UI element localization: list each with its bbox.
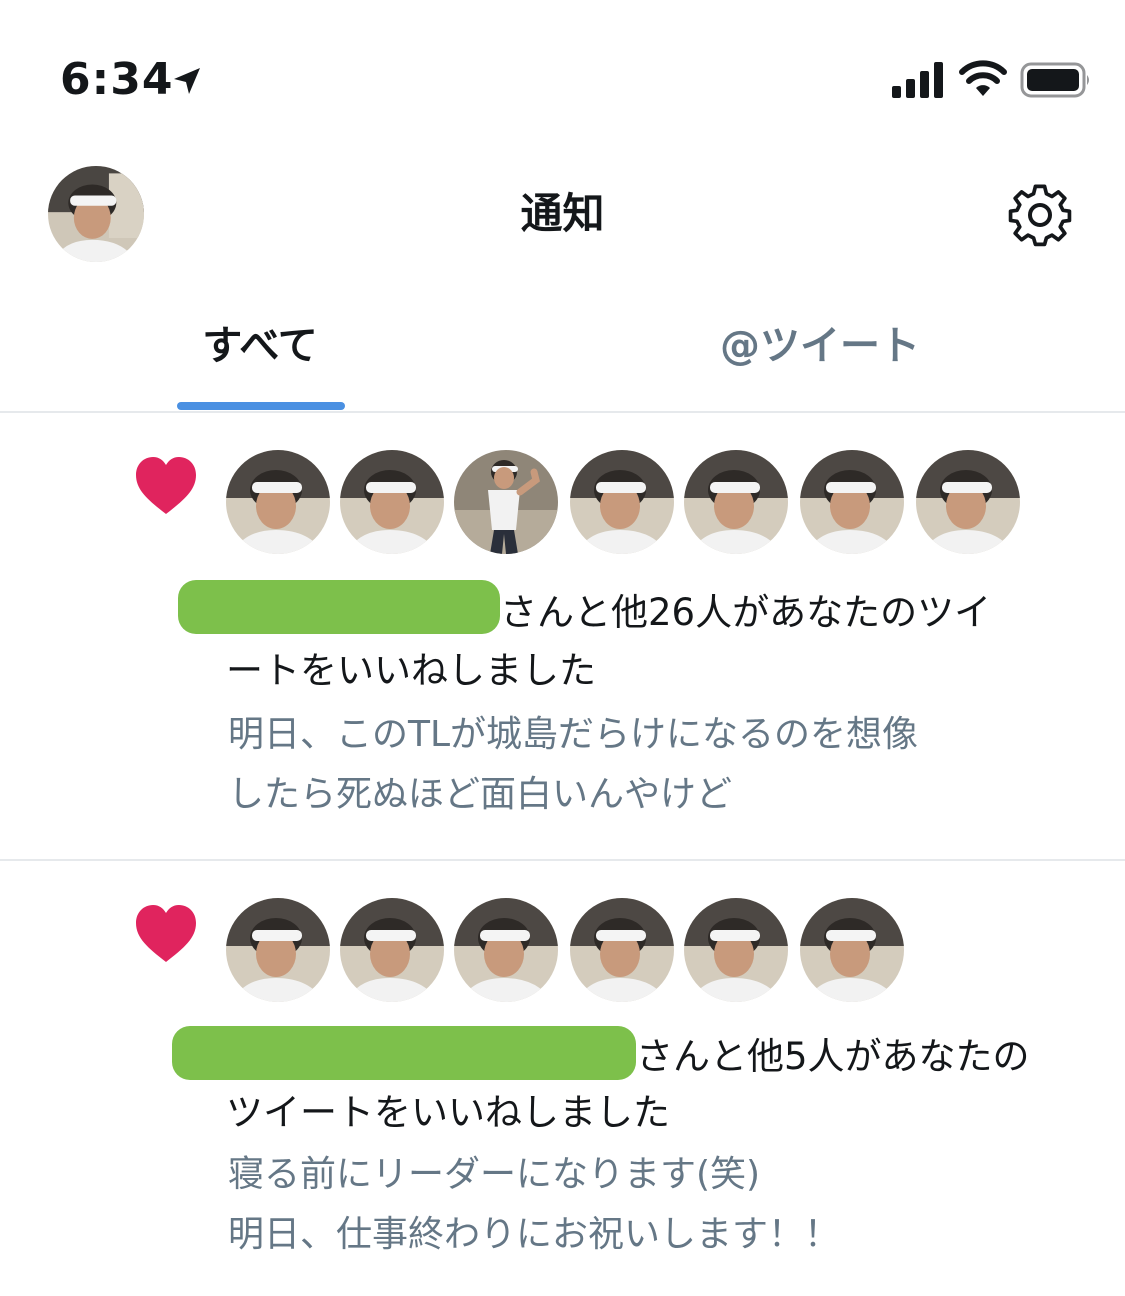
avatar[interactable] [800,450,904,554]
wifi-icon [959,60,1007,96]
battery-icon [1020,62,1089,98]
notification-text-line2: ートをいいねしました [226,649,596,692]
tweet-preview-line: 明日、このTLが城島だらけになるのを想像 [228,714,919,755]
notification-text-line1: さんと他26人があなたのツイ [500,591,992,634]
tab-mentions[interactable]: @ツイート [660,318,980,378]
status-bar: 6:34 [0,0,1125,140]
notification-item[interactable]: さんと他5人があなたの ツイートをいいねしました 寝る前にリーダーになります(笑… [0,862,1125,1296]
status-time: 6:34 [60,54,174,105]
avatar[interactable] [226,898,330,1002]
tabs-divider [0,411,1125,413]
tweet-preview-line: 寝る前にリーダーになります(笑) [228,1154,761,1195]
heart-icon [136,905,196,962]
tweet-preview-line: したら死ぬほど面白いんやけど [228,774,733,815]
avatar[interactable] [916,450,1020,554]
notification-text-line1: さんと他5人があなたの [636,1035,1030,1078]
location-arrow-icon [174,68,200,94]
avatar[interactable] [454,898,558,1002]
tweet-preview-line: 明日、仕事終わりにお祝いします！！ [228,1214,841,1255]
redacted-username [178,580,500,634]
avatar[interactable] [454,450,558,554]
notification-divider [0,859,1125,861]
avatar[interactable] [684,898,788,1002]
avatar[interactable] [340,898,444,1002]
signal-icon [892,62,943,98]
notifications-screen: 6:34 通知 すべて @ツイート さんと他26人があなたのツイ ートをいいねし… [0,0,1125,1296]
notification-item[interactable]: さんと他26人があなたのツイ ートをいいねしました 明日、このTLが城島だらけに… [0,414,1125,858]
avatar[interactable] [570,898,674,1002]
page-title: 通知 [520,189,605,238]
gear-icon[interactable] [1006,180,1074,248]
avatar[interactable] [800,898,904,1002]
heart-icon [136,457,196,514]
active-tab-indicator [177,402,345,410]
avatar[interactable] [340,450,444,554]
redacted-username [172,1026,636,1080]
notification-text-line2: ツイートをいいねしました [226,1091,670,1134]
avatar[interactable] [226,450,330,554]
avatar[interactable] [684,450,788,554]
avatar[interactable] [570,450,674,554]
tab-all[interactable]: すべて [140,318,380,378]
